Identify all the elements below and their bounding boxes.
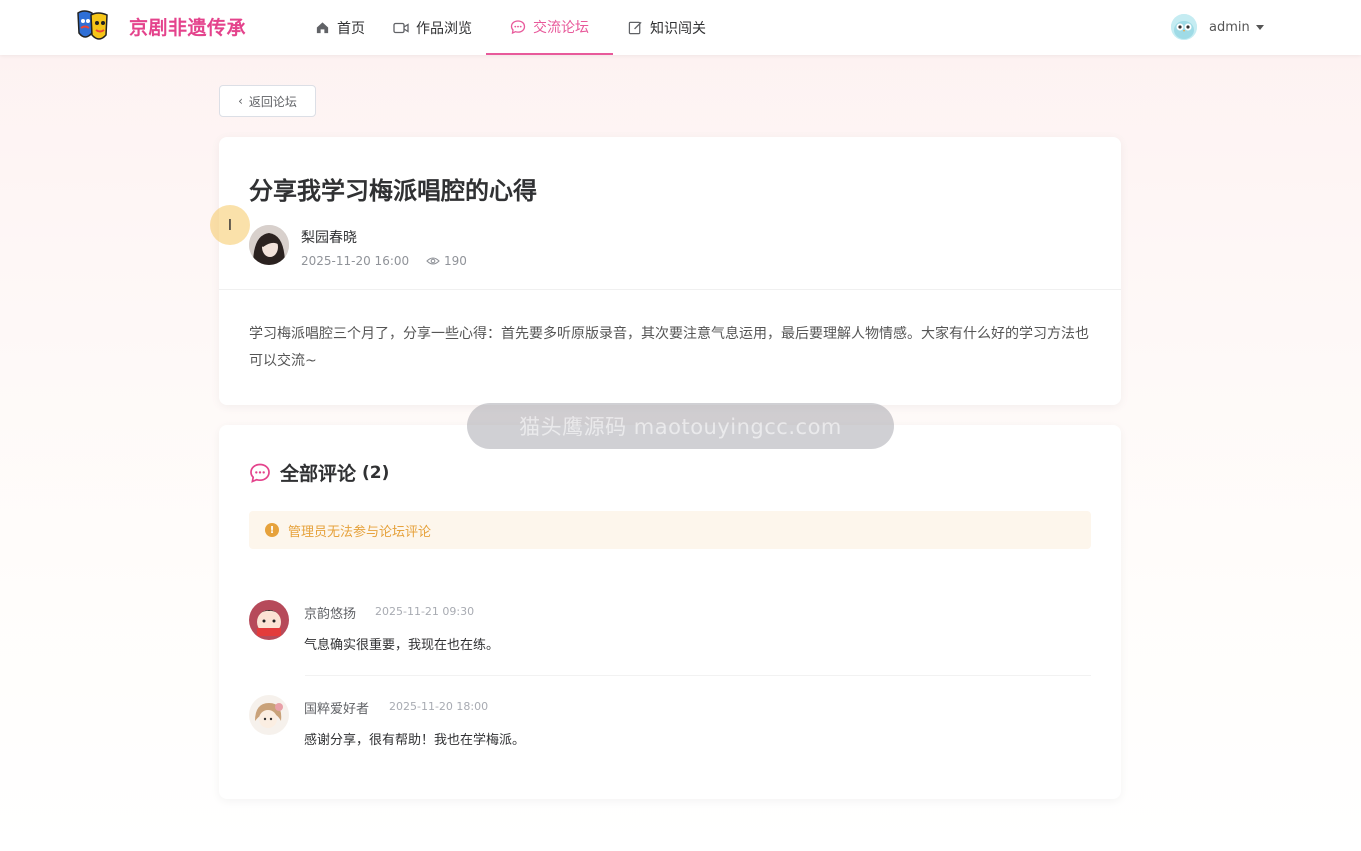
home-icon bbox=[314, 20, 330, 36]
post-card: 分享我学习梅派唱腔的心得 梨园春晓 2025-11-20 16:00 190 学… bbox=[219, 137, 1121, 405]
warning-icon: ! bbox=[265, 523, 279, 537]
caret-down-icon bbox=[1255, 24, 1264, 30]
view-count: 190 bbox=[426, 254, 467, 268]
nav-item-home[interactable]: 首页 bbox=[300, 0, 379, 55]
nav-label: 交流论坛 bbox=[533, 19, 589, 36]
nav-label: 作品浏览 bbox=[416, 20, 472, 37]
main-nav: 首页 作品浏览 交流论坛 知识闯关 bbox=[300, 0, 720, 55]
nav-item-works[interactable]: 作品浏览 bbox=[379, 0, 486, 55]
author-name[interactable]: 梨园春晓 bbox=[301, 227, 357, 247]
author-avatar[interactable] bbox=[249, 225, 289, 265]
notice-text: 管理员无法参与论坛评论 bbox=[288, 524, 432, 540]
post-title: 分享我学习梅派唱腔的心得 bbox=[249, 177, 537, 205]
commenter-avatar[interactable] bbox=[249, 695, 289, 735]
admin-notice: ! 管理员无法参与论坛评论 bbox=[249, 511, 1091, 549]
post-content: 学习梅派唱腔三个月了，分享一些心得：首先要多听原版录音，其次要注意气息运用，最后… bbox=[249, 326, 1089, 369]
comment-time: 2025-11-20 18:00 bbox=[389, 700, 489, 713]
commenter-avatar[interactable] bbox=[249, 600, 289, 640]
divider bbox=[219, 289, 1121, 290]
nav-label: 知识闯关 bbox=[650, 20, 706, 37]
eye-icon bbox=[426, 256, 440, 266]
brand-name: 京剧非遗传承 bbox=[129, 16, 247, 39]
nav-item-quiz[interactable]: 知识闯关 bbox=[613, 0, 720, 55]
brand[interactable]: 京剧非遗传承 bbox=[76, 9, 246, 43]
chat-bubble-icon bbox=[510, 19, 526, 35]
username: admin bbox=[1209, 19, 1250, 35]
edit-icon bbox=[627, 20, 643, 36]
user-menu[interactable]: admin bbox=[1171, 14, 1264, 40]
commenter-name[interactable]: 国粹爱好者 bbox=[304, 698, 369, 717]
comment-time: 2025-11-21 09:30 bbox=[375, 605, 475, 618]
commenter-name[interactable]: 京韵悠扬 bbox=[304, 603, 356, 622]
owl-avatar bbox=[1171, 14, 1197, 40]
video-icon bbox=[393, 20, 409, 36]
top-navbar: 京剧非遗传承 首页 作品浏览 交流论坛 知识闯关 admin bbox=[0, 0, 1361, 55]
comment-text: 感谢分享，很有帮助！我也在学梅派。 bbox=[304, 733, 526, 748]
chevron-left-icon: ‹ bbox=[238, 94, 243, 108]
watermark: 猫头鹰源码 maotouyingcc.com bbox=[467, 403, 894, 449]
comments-header: 全部评论 (2) bbox=[249, 459, 389, 486]
chat-bubble-icon bbox=[249, 462, 271, 484]
comments-count: (2) bbox=[362, 462, 390, 483]
nav-item-forum[interactable]: 交流论坛 bbox=[486, 0, 613, 55]
opera-mask-icon bbox=[76, 9, 109, 43]
nav-label: 首页 bbox=[337, 20, 365, 37]
text-cursor-icon: I bbox=[210, 205, 250, 245]
view-count-value: 190 bbox=[444, 254, 467, 268]
comment-text: 气息确实很重要，我现在也在练。 bbox=[304, 638, 500, 653]
post-date: 2025-11-20 16:00 bbox=[301, 254, 410, 268]
back-to-forum-button[interactable]: ‹ 返回论坛 bbox=[219, 85, 316, 117]
comments-card: 全部评论 (2) ! 管理员无法参与论坛评论 京韵悠扬 2025-11-21 0… bbox=[219, 425, 1121, 799]
back-label: 返回论坛 bbox=[248, 94, 297, 109]
comment-divider bbox=[305, 675, 1091, 676]
comments-title: 全部评论 bbox=[280, 463, 357, 485]
